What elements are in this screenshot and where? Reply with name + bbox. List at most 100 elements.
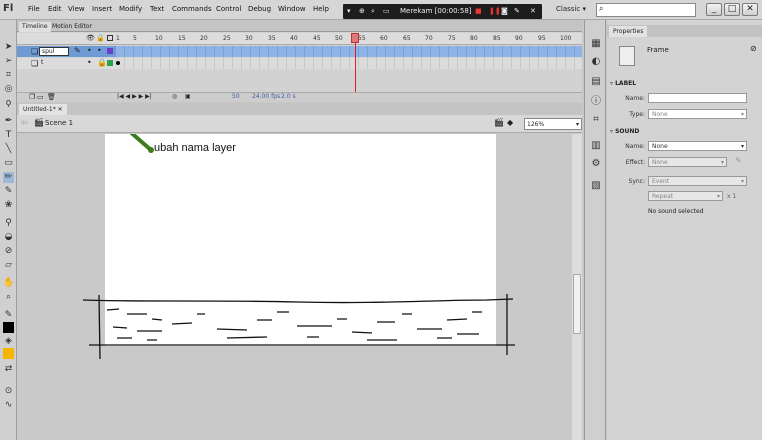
info-icon[interactable]: ⓘ — [590, 96, 602, 108]
menu-control[interactable]: Control — [216, 5, 241, 13]
edit-symbols-icon[interactable]: ◆ — [507, 118, 513, 127]
stroke-color-icon[interactable]: ✎ — [3, 310, 14, 321]
minimize-button[interactable]: _ — [706, 3, 722, 16]
library-icon[interactable]: ▥ — [590, 140, 602, 152]
edit-scene-icon[interactable]: 🎬 — [494, 118, 504, 127]
eyedropper-icon[interactable]: ⊘ — [3, 246, 14, 257]
hand-tool-icon[interactable]: ✋ — [3, 278, 14, 289]
layer-frames[interactable] — [116, 46, 582, 57]
free-transform-icon[interactable]: ⌗ — [3, 70, 14, 81]
frame-ruler[interactable]: 👁 🔒 1 5 10 15 20 25 30 35 40 45 50 55 60… — [17, 33, 582, 45]
3d-rotation-icon[interactable]: ◎ — [3, 84, 14, 95]
frame-rate[interactable]: 24.00 fps — [252, 93, 280, 100]
selection-tool-icon[interactable]: ➤ — [3, 42, 14, 53]
screen-icon[interactable]: ▭ — [383, 7, 390, 15]
motion-presets-icon[interactable]: ▧ — [590, 180, 602, 192]
pen-tool-icon[interactable]: ✒ — [3, 116, 14, 127]
label-type-select[interactable]: None ▾ — [648, 109, 747, 119]
swap-colors-icon[interactable]: ⇄ — [3, 364, 14, 375]
sound-section-title[interactable]: ▿ SOUND — [610, 128, 639, 135]
zoom-tool-icon[interactable]: ⌕ — [3, 292, 14, 303]
sync-select[interactable]: Event ▾ — [648, 176, 747, 186]
repeat-select[interactable]: Repeat ▾ — [648, 191, 723, 201]
record-icon[interactable]: ■ — [475, 7, 482, 15]
layer-row[interactable]: ❏ t • 🔒 — [17, 58, 582, 69]
eraser-tool-icon[interactable]: ▱ — [3, 260, 14, 271]
current-frame[interactable]: 50 — [232, 93, 240, 100]
fill-color-icon[interactable]: ◈ — [3, 336, 14, 347]
fill-color-swatch[interactable] — [3, 348, 14, 359]
menu-debug[interactable]: Debug — [248, 5, 271, 13]
menu-view[interactable]: View — [68, 5, 85, 13]
tab-timeline[interactable]: Timeline — [19, 22, 51, 32]
layer-name-input[interactable]: spul — [39, 47, 69, 56]
help-search-input[interactable]: ⌕ — [596, 3, 696, 17]
menu-window[interactable]: Window — [278, 5, 306, 13]
stroke-color-swatch[interactable] — [3, 322, 14, 333]
stage-scrollbar[interactable] — [572, 134, 582, 440]
snap-icon[interactable]: ⊙ — [3, 386, 14, 397]
pause-icon[interactable]: ❚❚ — [489, 7, 501, 15]
new-layer-icon[interactable]: ❐ — [29, 93, 35, 101]
scroll-thumb[interactable] — [573, 274, 581, 334]
lock-icon[interactable]: 🔒 — [97, 58, 107, 67]
sound-name-select[interactable]: None ▾ — [648, 141, 747, 151]
playhead-handle[interactable] — [351, 33, 359, 43]
pasteboard[interactable] — [17, 134, 572, 440]
components-icon[interactable]: ⚙ — [590, 158, 602, 170]
dropdown-icon[interactable]: ▾ — [347, 7, 351, 15]
menu-modify[interactable]: Modify — [119, 5, 142, 13]
frame-label-input[interactable] — [648, 93, 747, 103]
menu-insert[interactable]: Insert — [92, 5, 112, 13]
maximize-button[interactable]: □ — [724, 3, 740, 16]
keyframe-dot[interactable] — [116, 61, 120, 65]
lock-icon[interactable]: 🔒 — [96, 34, 105, 42]
repeat-count[interactable]: x 1 — [727, 193, 736, 200]
rectangle-tool-icon[interactable]: ▭ — [3, 158, 14, 169]
eye-icon[interactable]: 👁 — [86, 34, 95, 42]
camera-icon[interactable]: ⊕ — [359, 7, 365, 15]
lock-dot[interactable]: • — [97, 46, 102, 55]
deco-tool-icon[interactable]: ❀ — [3, 200, 14, 211]
close-recorder-icon[interactable]: ✕ — [530, 7, 536, 15]
line-tool-icon[interactable]: ╲ — [3, 144, 14, 155]
visibility-dot[interactable]: • — [87, 58, 92, 67]
subselection-tool-icon[interactable]: ➢ — [3, 56, 14, 67]
edit-multiple-icon[interactable]: ▣ — [185, 93, 191, 100]
outline-icon[interactable] — [107, 35, 113, 41]
swatches-icon[interactable]: ▤ — [590, 76, 602, 88]
zoom-select[interactable]: 126% ▾ — [524, 118, 582, 130]
back-arrow-icon[interactable]: ⇦ — [21, 118, 28, 127]
align-icon[interactable]: ▦ — [590, 38, 602, 50]
smooth-icon[interactable]: ∿ — [3, 400, 14, 411]
layer-row-selected[interactable]: ❏ spul ✎ • • — [17, 46, 582, 57]
color-icon[interactable]: ◐ — [590, 56, 602, 68]
edit-sound-icon[interactable]: ✎ — [735, 156, 742, 165]
outline-color-swatch[interactable] — [107, 60, 113, 66]
label-section-title[interactable]: ▿ LABEL — [610, 80, 636, 87]
close-tab-icon[interactable]: ✕ — [58, 106, 63, 113]
menu-edit[interactable]: Edit — [48, 5, 62, 13]
menu-commands[interactable]: Commands — [172, 5, 212, 13]
onion-skin-icon[interactable]: ◎ — [172, 93, 177, 100]
menu-help[interactable]: Help — [313, 5, 329, 13]
menu-file[interactable]: File — [28, 5, 40, 13]
tab-properties[interactable]: Properties — [609, 26, 648, 37]
document-tab[interactable]: Untitled-1* ✕ — [19, 104, 67, 115]
layer-name[interactable]: t — [41, 59, 43, 66]
close-button[interactable]: ✕ — [742, 3, 758, 16]
layer-frames[interactable] — [116, 58, 582, 69]
brush-tool-icon[interactable]: ✎ — [3, 186, 14, 197]
snapshot-icon[interactable]: ◙ — [501, 7, 508, 15]
text-tool-icon[interactable]: T — [3, 130, 14, 141]
pencil-tool-icon[interactable]: ✏ — [3, 172, 14, 183]
help-icon[interactable]: ⊘ — [750, 44, 757, 53]
visibility-dot[interactable]: • — [87, 46, 92, 55]
outline-color-swatch[interactable] — [107, 48, 113, 54]
transform-icon[interactable]: ⌗ — [590, 114, 602, 126]
workspace-switcher[interactable]: Classic ▾ — [556, 5, 586, 13]
tab-motion-editor[interactable]: Motion Editor — [49, 22, 95, 32]
paint-bucket-icon[interactable]: ◒ — [3, 232, 14, 243]
effect-select[interactable]: None ▾ — [648, 157, 727, 167]
playback-controls[interactable]: |◀ ◀ ▶ ▶ ▶| — [117, 93, 152, 100]
